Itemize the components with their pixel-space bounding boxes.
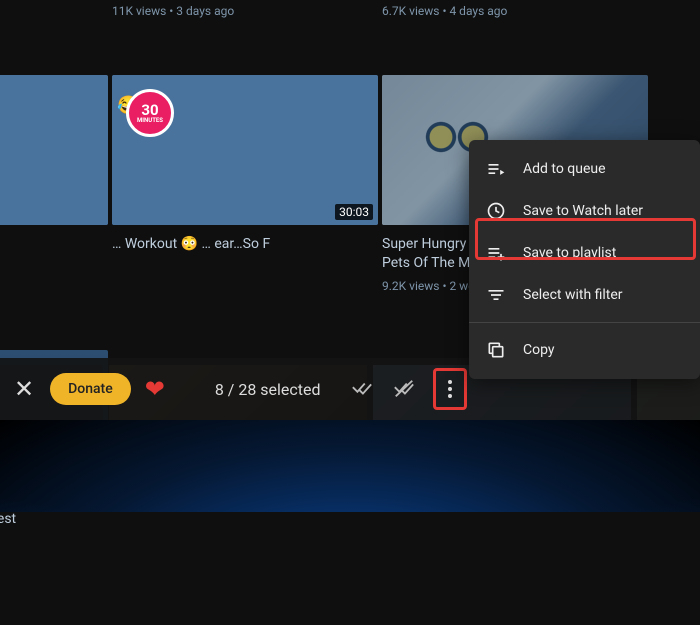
menu-label: Add to queue	[523, 161, 606, 177]
close-icon[interactable]: ✕	[14, 375, 34, 403]
highlight-more-menu	[433, 368, 467, 410]
more-menu-button[interactable]	[440, 379, 460, 399]
menu-save-playlist[interactable]: Save to playlist	[469, 232, 700, 274]
filter-icon	[485, 284, 507, 306]
video-title[interactable]: 🚨 Stop, Cats, Dog	[0, 235, 58, 254]
video-thumbnail[interactable]: 😂30MINUTES30:03	[112, 75, 378, 225]
desktop-wallpaper	[0, 420, 700, 512]
donate-button[interactable]: Donate	[50, 373, 131, 405]
menu-select-filter[interactable]: Select with filter	[469, 274, 700, 316]
video-meta: 11K views • 3 days ago	[112, 4, 328, 18]
video-meta: 6.7K views • 4 days ago	[382, 4, 598, 18]
queue-icon	[485, 158, 507, 180]
playlist-add-icon	[485, 242, 507, 264]
video-title[interactable]: … Workout 😳 … ear…So F	[112, 235, 328, 254]
menu-label: Select with filter	[523, 287, 623, 303]
deselect-all-icon[interactable]	[393, 378, 415, 400]
video-duration: 30:03	[335, 204, 373, 220]
video-meta: 10K views	[0, 260, 58, 274]
video-title[interactable]: 30 Minutes of Funniest Best Compilation	[0, 510, 58, 548]
copy-icon	[485, 339, 507, 361]
menu-copy[interactable]: Copy	[469, 329, 700, 371]
select-all-icon[interactable]	[351, 378, 373, 400]
selection-count: 8 / 28 selected	[215, 380, 321, 399]
duration-badge: 30MINUTES	[126, 89, 174, 137]
menu-watch-later[interactable]: Save to Watch later	[469, 190, 700, 232]
menu-label: Save to playlist	[523, 245, 616, 261]
heart-icon[interactable]: ❤	[145, 375, 165, 403]
menu-label: Copy	[523, 342, 555, 358]
menu-add-to-queue[interactable]: Add to queue	[469, 148, 700, 190]
menu-label: Save to Watch later	[523, 203, 643, 219]
menu-divider	[469, 322, 700, 323]
clock-icon	[485, 200, 507, 222]
context-menu: Add to queue Save to Watch later Save to…	[469, 140, 700, 379]
video-meta: 237K views • 2 weeks ago	[0, 554, 58, 568]
